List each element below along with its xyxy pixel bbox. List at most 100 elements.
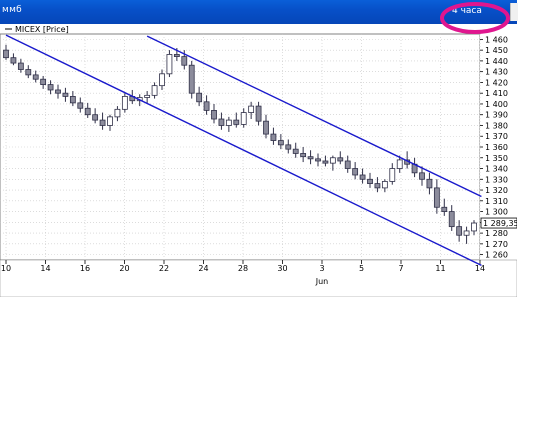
highlight-circle-annotation	[440, 2, 510, 34]
y-tick-label: 1 330	[485, 175, 508, 184]
candle-body	[396, 159, 403, 169]
y-tick-label: 1 390	[485, 111, 508, 120]
candle-body	[322, 160, 329, 164]
candle-body	[40, 78, 47, 85]
candle-body	[389, 168, 396, 182]
y-tick-label: 1 260	[485, 251, 508, 260]
y-tick-label: 1 270	[485, 240, 508, 249]
candle-body	[173, 54, 180, 57]
x-tick-label: 5	[359, 264, 364, 273]
candle-body	[188, 64, 195, 94]
candle-body	[47, 84, 54, 91]
candle-body	[17, 62, 24, 70]
candle-body	[270, 133, 277, 141]
y-tick-label: 1 440	[485, 57, 508, 66]
chart-window: ммб 4 часа MICEX [Price] 1 260 1 270 1 280 1…	[0, 0, 519, 298]
candle-body	[25, 69, 32, 76]
candle-body	[166, 54, 173, 75]
candle-body	[99, 119, 106, 126]
candle-body	[3, 49, 9, 59]
candle-body	[10, 57, 17, 64]
x-tick-label: 24	[198, 264, 208, 273]
candle-body	[426, 178, 433, 189]
candle-body	[114, 108, 121, 118]
candle-body	[248, 105, 255, 113]
y-tick-label: 1 320	[485, 186, 508, 195]
y-tick-label: 1 430	[485, 68, 508, 77]
candle-body	[144, 94, 151, 98]
y-tick-label: 1 380	[485, 121, 508, 130]
candle-body	[225, 119, 232, 126]
candle-body	[277, 140, 284, 146]
candle-body	[300, 153, 307, 158]
candle-body	[69, 96, 76, 104]
y-tick-label: 1 400	[485, 100, 508, 109]
x-tick-label: 14	[40, 264, 50, 273]
candle-body	[285, 144, 292, 150]
candle-body	[181, 56, 188, 66]
candle-body	[292, 148, 299, 154]
candle-body	[77, 102, 84, 109]
candle-body	[463, 230, 470, 236]
candle-body	[218, 118, 225, 126]
candle-body	[456, 226, 463, 236]
x-tick-label: 20	[119, 264, 129, 273]
candle-body	[419, 172, 425, 180]
y-tick-label: 1 450	[485, 46, 508, 55]
candle-body	[337, 157, 344, 162]
y-tick-label: 1 460	[485, 35, 508, 44]
candle-body	[315, 158, 321, 162]
candle-body	[62, 92, 69, 97]
candle-body	[121, 96, 128, 110]
candle-body	[307, 156, 314, 160]
y-tick-label: 1 310	[485, 197, 508, 206]
x-tick-label: 30	[277, 264, 287, 273]
y-tick-label: 1 350	[485, 154, 508, 163]
x-tick-label: 3	[319, 264, 324, 273]
price-chart: MICEX [Price]1 2601 2701 2801 2901 3001 …	[0, 24, 519, 298]
x-tick-label: 16	[80, 264, 90, 273]
legend-label: MICEX [Price]	[15, 25, 69, 34]
candle-body	[196, 92, 203, 103]
chart-area[interactable]: MICEX [Price]1 2601 2701 2801 2901 3001 …	[0, 24, 519, 298]
candle-body	[159, 73, 165, 87]
x-tick-label: 22	[159, 264, 169, 273]
x-tick-label: 11	[435, 264, 445, 273]
y-tick-label: 1 360	[485, 143, 508, 152]
candle-body	[433, 187, 440, 208]
candle-body	[84, 107, 91, 116]
x-tick-label: 10	[1, 264, 11, 273]
candle-body	[255, 105, 262, 122]
x-tick-label: 28	[238, 264, 248, 273]
candle-body	[359, 174, 366, 180]
x-tick-label: 7	[398, 264, 403, 273]
candle-body	[240, 112, 247, 125]
candle-body	[32, 74, 39, 80]
y-tick-label: 1 370	[485, 132, 508, 141]
candle-body	[367, 178, 373, 184]
y-tick-label: 1 340	[485, 165, 508, 174]
y-tick-label: 1 300	[485, 208, 508, 217]
candle-body	[381, 181, 388, 189]
candle-body	[448, 211, 455, 228]
candle-body	[329, 157, 336, 164]
candle-body	[263, 120, 269, 135]
candle-body	[92, 114, 99, 121]
x-month-label: Jun	[315, 277, 329, 286]
candle-body	[374, 183, 381, 189]
candle-body	[352, 168, 359, 176]
candle-body	[441, 206, 448, 212]
candle-body	[151, 85, 158, 96]
scroll-right-button[interactable]	[510, 3, 518, 21]
candle-body	[107, 116, 113, 126]
y-tick-label: 1 420	[485, 78, 508, 87]
candle-body	[203, 101, 210, 111]
candle-body	[55, 89, 61, 94]
y-tick-label: 1 280	[485, 229, 508, 238]
candle-body	[344, 160, 351, 169]
window-title: ммб	[2, 5, 23, 15]
candle-body	[233, 119, 240, 125]
y-tick-label: 1 410	[485, 89, 508, 98]
last-price-label: 1 289,35	[483, 219, 517, 228]
candle-body	[471, 222, 477, 232]
